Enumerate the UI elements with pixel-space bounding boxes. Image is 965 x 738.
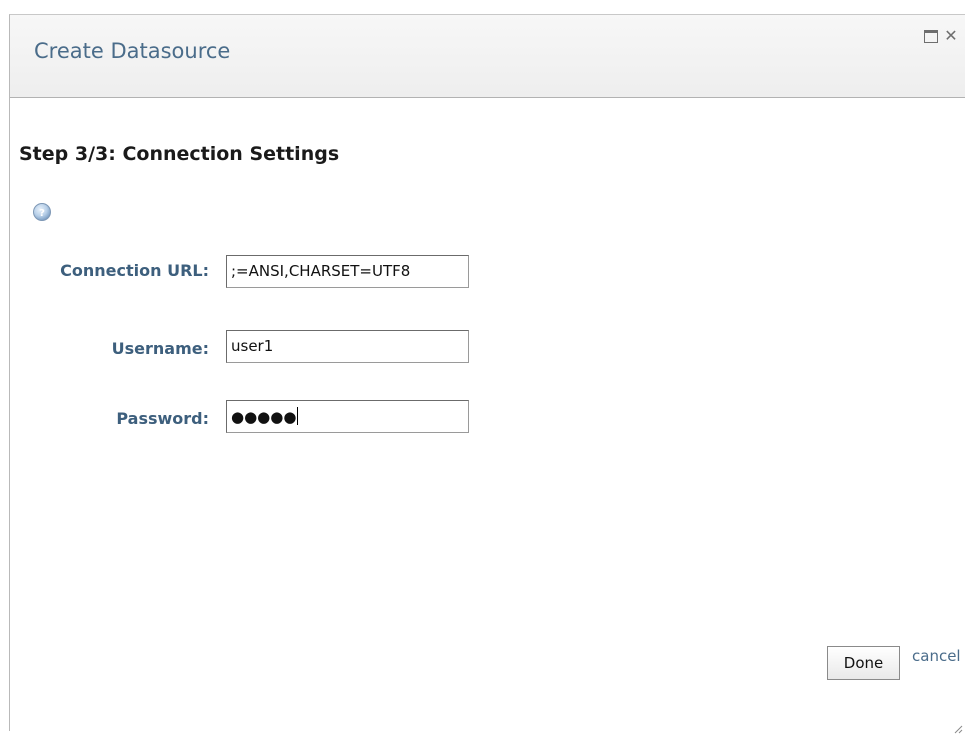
dialog-title: Create Datasource [34, 39, 231, 63]
username-label: Username: [111, 339, 209, 358]
close-icon: ✕ [944, 26, 958, 45]
password-input[interactable]: ●●●●● [226, 400, 469, 433]
svg-text:?: ? [39, 208, 45, 219]
close-button[interactable]: ✕ [942, 27, 960, 45]
username-input[interactable]: user1 [226, 330, 469, 363]
dialog-header: Create Datasource [10, 15, 965, 98]
password-label: Password: [116, 409, 209, 428]
password-masked-value: ●●●●● [231, 408, 297, 426]
done-button[interactable]: Done [827, 646, 900, 680]
step-title: Step 3/3: Connection Settings [19, 143, 340, 165]
cancel-link[interactable]: cancel [912, 647, 961, 665]
connection-url-value: ;=ANSI,CHARSET=UTF8 [231, 262, 411, 280]
help-icon[interactable]: ? [32, 202, 52, 222]
resize-grip-icon[interactable] [953, 719, 963, 734]
connection-url-label: Connection URL: [60, 261, 209, 280]
text-caret [297, 407, 299, 425]
maximize-button[interactable] [922, 27, 940, 45]
connection-url-input[interactable]: ;=ANSI,CHARSET=UTF8 [226, 255, 469, 288]
create-datasource-dialog: Create Datasource ✕ Step 3/3: Connection… [9, 14, 965, 734]
maximize-icon [924, 29, 938, 43]
username-value: user1 [231, 337, 274, 355]
